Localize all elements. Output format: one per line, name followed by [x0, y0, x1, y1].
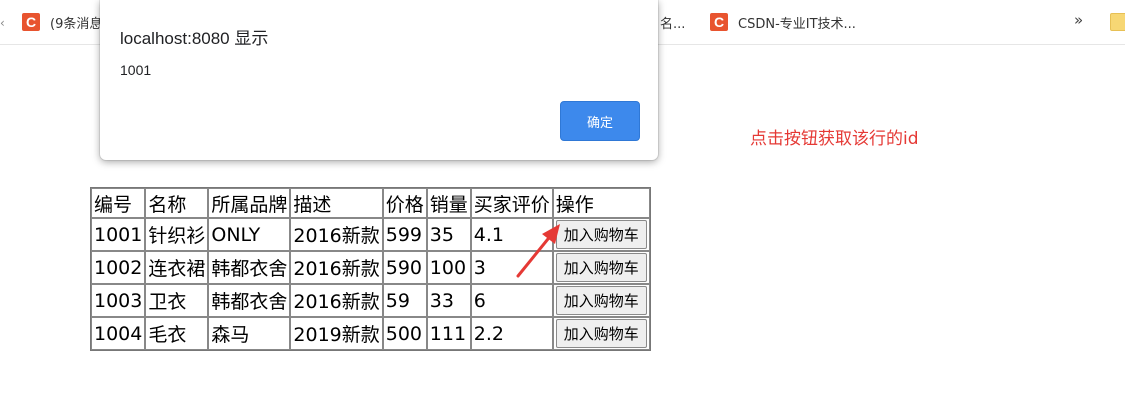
- bookmark-item-partial[interactable]: 名...: [660, 12, 685, 32]
- cell-price: 590: [382, 251, 427, 284]
- cell-desc: 2016新款: [290, 251, 383, 284]
- dialog-ok-button[interactable]: 确定: [560, 101, 640, 141]
- product-table: 编号 名称 所属品牌 描述 价格 销量 买家评价 操作 1001 针织衫 ONL…: [90, 187, 651, 351]
- cell-name: 针织衫: [145, 218, 209, 251]
- column-header-name: 名称: [145, 188, 209, 218]
- cell-price: 59: [382, 284, 427, 317]
- bookmark-label: CSDN-专业IT技术...: [738, 16, 856, 32]
- bookmark-label: 名...: [660, 16, 686, 32]
- cell-price: 500: [382, 317, 427, 350]
- csdn-logo-icon: C: [710, 13, 728, 31]
- bookmark-item-csdn-home[interactable]: C CSDN-专业IT技术...: [710, 12, 856, 32]
- column-header-price: 价格: [382, 188, 427, 218]
- cell-action: 加入购物车: [552, 251, 650, 284]
- alert-dialog: localhost:8080 显示 1001 确定: [100, 0, 658, 160]
- cell-id: 1001: [91, 218, 146, 251]
- add-to-cart-button[interactable]: 加入购物车: [555, 220, 647, 249]
- add-to-cart-button[interactable]: 加入购物车: [555, 286, 647, 315]
- more-bookmarks-chevron-icon[interactable]: »: [1074, 11, 1083, 29]
- annotation-text: 点击按钮获取该行的id: [750, 129, 919, 149]
- cell-rating: 6: [470, 284, 553, 317]
- table-header-row: 编号 名称 所属品牌 描述 价格 销量 买家评价 操作: [91, 188, 650, 218]
- cell-desc: 2016新款: [290, 284, 383, 317]
- cell-price: 599: [382, 218, 427, 251]
- table-row: 1001 针织衫 ONLY 2016新款 599 35 4.1 加入购物车: [91, 218, 650, 251]
- cell-sales: 100: [426, 251, 471, 284]
- dialog-message: 1001: [120, 62, 152, 78]
- cell-sales: 33: [426, 284, 471, 317]
- cell-sales: 111: [426, 317, 471, 350]
- column-header-brand: 所属品牌: [208, 188, 291, 218]
- cell-brand: 森马: [208, 317, 291, 350]
- column-header-sales: 销量: [426, 188, 471, 218]
- cell-brand: 韩都衣舍: [208, 251, 291, 284]
- bookmark-label: (9条消息: [50, 16, 103, 32]
- column-header-rating: 买家评价: [470, 188, 553, 218]
- folder-icon[interactable]: [1110, 13, 1125, 31]
- cell-id: 1004: [91, 317, 146, 350]
- cell-name: 连衣裙: [145, 251, 209, 284]
- cell-brand: 韩都衣舍: [208, 284, 291, 317]
- column-header-desc: 描述: [290, 188, 383, 218]
- table-row: 1002 连衣裙 韩都衣舍 2016新款 590 100 3 加入购物车: [91, 251, 650, 284]
- bookmark-item-csdn-messages[interactable]: C (9条消息: [22, 12, 102, 32]
- cell-rating: 2.2: [470, 317, 553, 350]
- table-row: 1004 毛衣 森马 2019新款 500 111 2.2 加入购物车: [91, 317, 650, 350]
- add-to-cart-button[interactable]: 加入购物车: [555, 253, 647, 282]
- cell-desc: 2019新款: [290, 317, 383, 350]
- cell-name: 卫衣: [145, 284, 209, 317]
- cell-action: 加入购物车: [552, 218, 650, 251]
- cell-name: 毛衣: [145, 317, 209, 350]
- cell-desc: 2016新款: [290, 218, 383, 251]
- cell-sales: 35: [426, 218, 471, 251]
- scroll-left-indicator[interactable]: ‹: [0, 16, 5, 30]
- cell-id: 1003: [91, 284, 146, 317]
- csdn-logo-icon: C: [22, 13, 40, 31]
- column-header-id: 编号: [91, 188, 146, 218]
- add-to-cart-button[interactable]: 加入购物车: [555, 319, 647, 348]
- dialog-title: localhost:8080 显示: [120, 29, 269, 48]
- cell-brand: ONLY: [208, 218, 291, 251]
- cell-action: 加入购物车: [552, 284, 650, 317]
- cell-id: 1002: [91, 251, 146, 284]
- column-header-action: 操作: [552, 188, 650, 218]
- cell-action: 加入购物车: [552, 317, 650, 350]
- table-row: 1003 卫衣 韩都衣舍 2016新款 59 33 6 加入购物车: [91, 284, 650, 317]
- annotation-arrow-icon: [516, 224, 560, 278]
